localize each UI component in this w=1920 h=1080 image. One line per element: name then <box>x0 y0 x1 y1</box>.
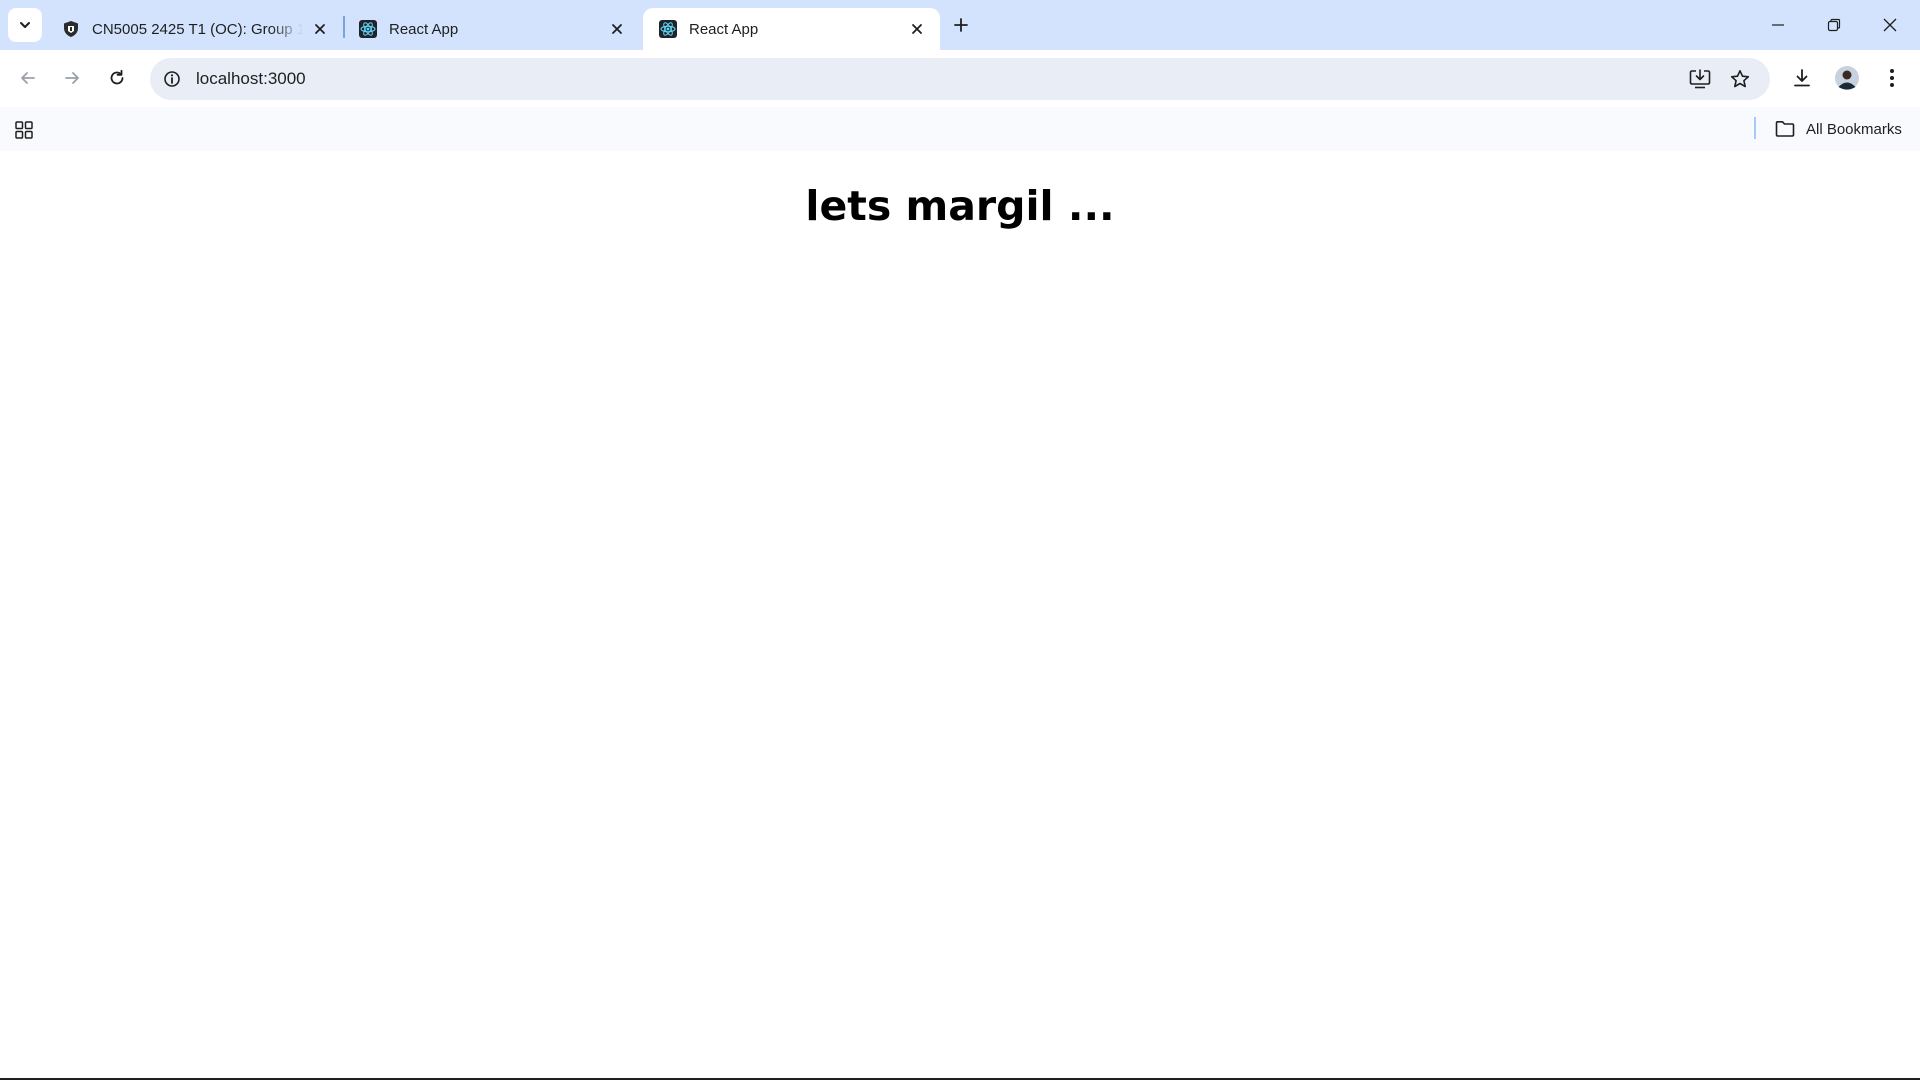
avatar <box>1835 66 1859 90</box>
download-icon <box>1792 68 1812 88</box>
back-button[interactable] <box>8 58 48 98</box>
reload-button[interactable] <box>97 58 137 98</box>
close-window-button[interactable] <box>1862 0 1918 50</box>
close-icon[interactable] <box>309 18 331 40</box>
close-icon[interactable] <box>906 18 928 40</box>
more-vert-icon <box>1889 68 1895 88</box>
address-bar[interactable]: localhost:3000 <box>150 58 1770 100</box>
close-icon[interactable] <box>606 18 628 40</box>
star-icon[interactable] <box>1726 65 1754 93</box>
arrow-right-icon <box>63 69 81 87</box>
restore-button[interactable] <box>1806 0 1862 50</box>
all-bookmarks-label: All Bookmarks <box>1806 120 1902 138</box>
forward-button[interactable] <box>52 58 92 98</box>
navigation-toolbar: localhost:3000 <box>0 50 1920 107</box>
apps-grid-icon[interactable] <box>10 116 38 144</box>
page-viewport: lets margil ... <box>0 151 1920 1078</box>
arrow-left-icon <box>19 69 37 87</box>
tab-title: React App <box>689 20 759 38</box>
tab-strip: CN5005 2425 T1 (OC): Group 1 React App R… <box>0 0 1920 50</box>
menu-button[interactable] <box>1872 58 1912 98</box>
tab-react-app[interactable]: React App <box>343 8 640 50</box>
new-tab-button[interactable] <box>944 10 978 40</box>
restore-icon <box>1827 18 1841 32</box>
profile-button[interactable] <box>1827 58 1867 98</box>
minimize-icon <box>1771 18 1785 32</box>
all-bookmarks-button[interactable]: All Bookmarks <box>1774 113 1902 145</box>
url-text[interactable]: localhost:3000 <box>196 58 306 100</box>
tab-title: CN5005 2425 T1 (OC): Group 1 <box>92 20 303 38</box>
tab-react-app-active[interactable]: React App <box>643 8 940 50</box>
folder-icon <box>1774 118 1796 140</box>
tab-search-button[interactable] <box>8 8 42 42</box>
tab-cn5005[interactable]: CN5005 2425 T1 (OC): Group 1 <box>46 8 343 50</box>
reload-icon <box>108 69 126 87</box>
bookmarks-divider <box>1754 117 1756 139</box>
react-icon <box>659 20 677 38</box>
install-app-icon[interactable] <box>1686 65 1714 93</box>
close-icon <box>1883 18 1897 32</box>
chevron-down-icon <box>18 18 32 32</box>
react-icon <box>359 20 377 38</box>
bookmarks-bar: All Bookmarks <box>0 107 1920 151</box>
plus-icon <box>953 17 969 33</box>
minimize-button[interactable] <box>1750 0 1806 50</box>
site-info-icon[interactable] <box>158 65 186 93</box>
shield-icon <box>62 20 80 38</box>
downloads-button[interactable] <box>1782 58 1822 98</box>
tab-title: React App <box>389 20 459 38</box>
page-title: lets margil ... <box>805 182 1115 230</box>
